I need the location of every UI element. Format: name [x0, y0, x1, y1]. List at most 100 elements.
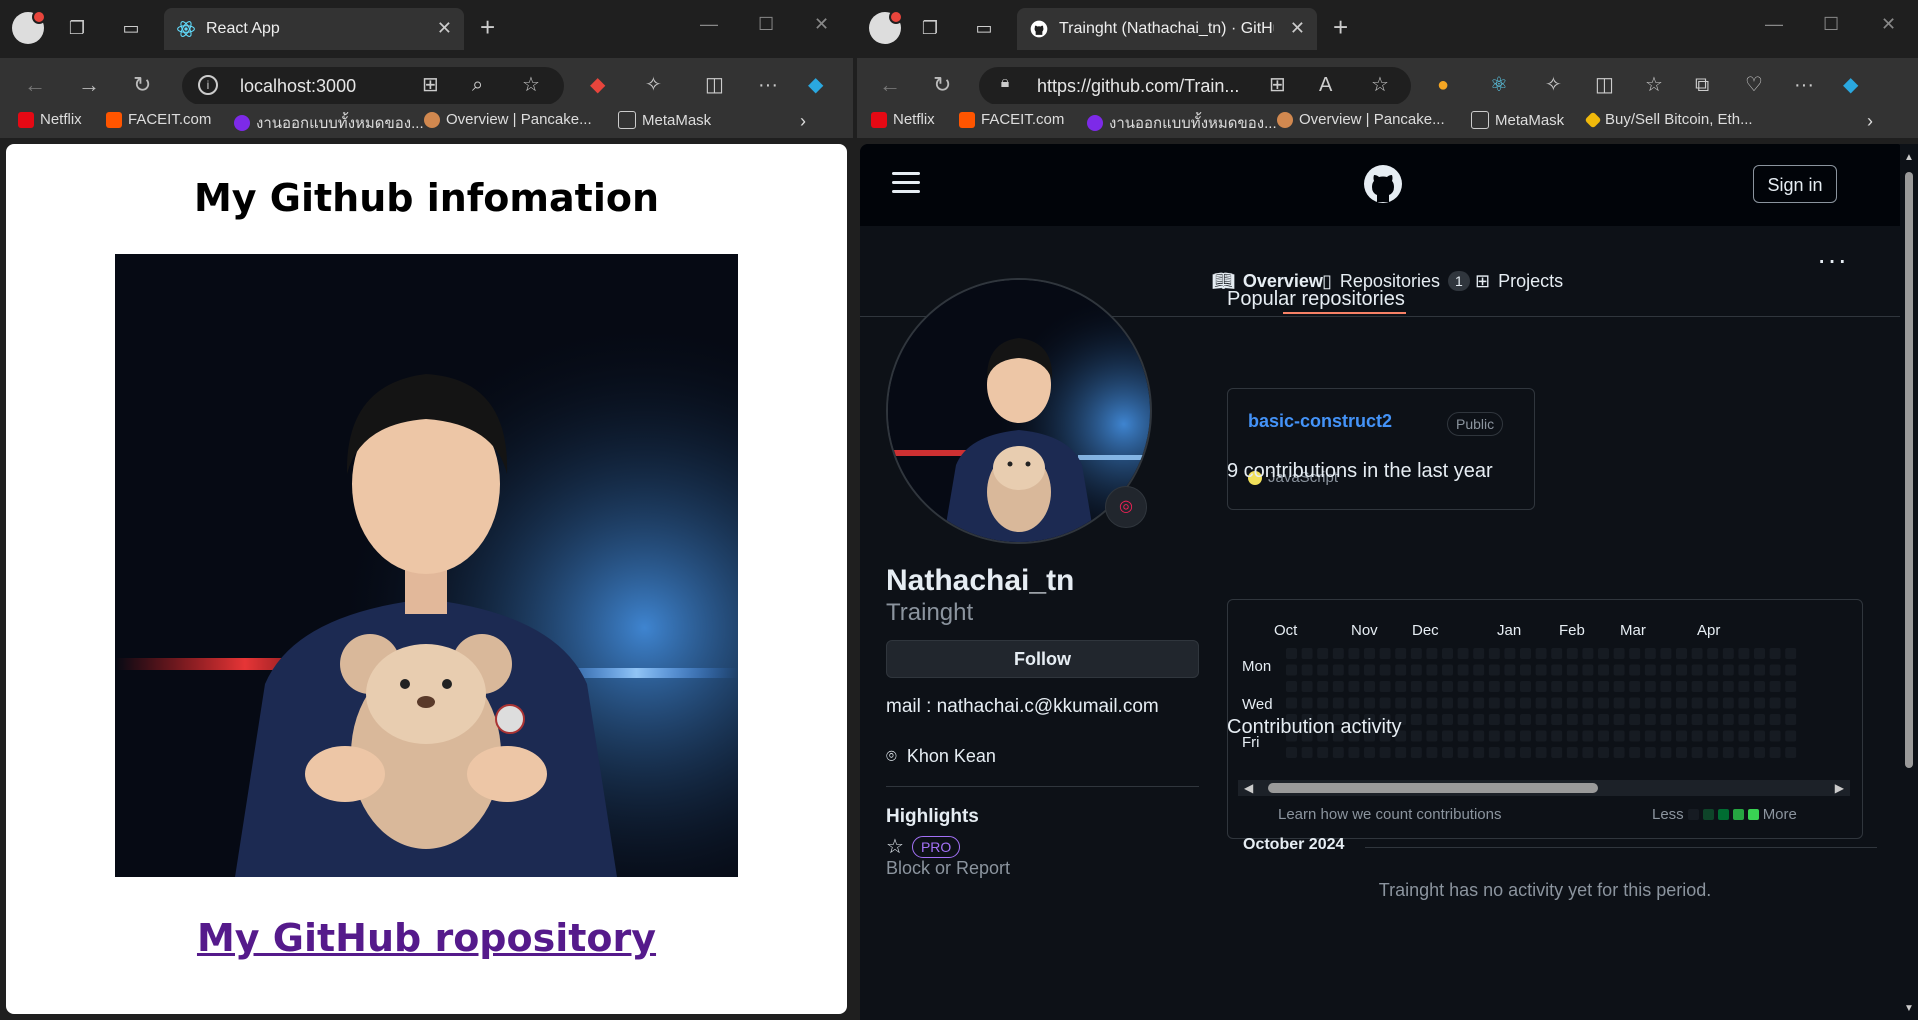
maximize-icon[interactable]: ☐: [1823, 14, 1839, 35]
contribution-cell[interactable]: [1457, 697, 1469, 709]
close-window-icon[interactable]: ✕: [1881, 14, 1896, 35]
bookmark-netflix[interactable]: Netflix: [18, 111, 82, 128]
contribution-cell[interactable]: [1473, 697, 1485, 709]
contribution-cell[interactable]: [1442, 681, 1453, 692]
contribution-cell[interactable]: [1613, 730, 1625, 742]
contribution-cell[interactable]: [1738, 664, 1750, 676]
contribution-cell[interactable]: [1442, 747, 1453, 758]
contribution-cell[interactable]: [1488, 697, 1500, 709]
contribution-cell[interactable]: [1598, 681, 1609, 692]
contribution-cell[interactable]: [1582, 648, 1594, 659]
contribution-cell[interactable]: [1488, 730, 1500, 742]
contribution-cell[interactable]: [1785, 681, 1797, 692]
contribution-cell[interactable]: [1769, 697, 1781, 709]
contribution-cell[interactable]: [1707, 714, 1719, 725]
contribution-cell[interactable]: [1364, 747, 1375, 758]
bookmark-netflix[interactable]: Netflix: [871, 111, 935, 128]
contribution-cell[interactable]: [1707, 681, 1719, 692]
contribution-cell[interactable]: [1520, 747, 1531, 758]
read-aloud-icon[interactable]: A: [1319, 74, 1332, 96]
contribution-cell[interactable]: [1676, 714, 1687, 725]
scroll-up-icon[interactable]: ▲: [1904, 152, 1914, 163]
tab-github[interactable]: Trainght (Nathachai_tn) · GitHub ✕: [1017, 8, 1317, 50]
contribution-cell[interactable]: [1769, 664, 1781, 676]
maximize-icon[interactable]: ☐: [758, 14, 774, 35]
contribution-cell[interactable]: [1598, 664, 1609, 676]
horizontal-scrollbar[interactable]: ◀ ▶: [1238, 780, 1850, 796]
forward-icon[interactable]: →: [78, 74, 100, 96]
contribution-cell[interactable]: [1488, 648, 1500, 659]
contribution-cell[interactable]: [1644, 714, 1656, 725]
contribution-cell[interactable]: [1410, 714, 1422, 725]
hamburger-menu-icon[interactable]: [892, 172, 920, 199]
scroll-thumb[interactable]: [1905, 172, 1913, 768]
contribution-cell[interactable]: [1551, 714, 1563, 725]
contribution-cell[interactable]: [1379, 664, 1391, 676]
extensions-puzzle-icon[interactable]: ✧: [645, 74, 662, 96]
tab-actions-icon[interactable]: ▭: [120, 17, 142, 39]
minimize-icon[interactable]: —: [700, 14, 718, 35]
tab-react-app[interactable]: React App ✕: [164, 8, 464, 50]
contribution-cell[interactable]: [1442, 714, 1453, 725]
contribution-cell[interactable]: [1676, 730, 1687, 742]
minimize-icon[interactable]: —: [1765, 14, 1783, 35]
contribution-cell[interactable]: [1598, 648, 1609, 659]
contribution-cell[interactable]: [1754, 730, 1765, 742]
contribution-cell[interactable]: [1722, 681, 1734, 692]
contribution-cell[interactable]: [1582, 730, 1594, 742]
contribution-cell[interactable]: [1598, 747, 1609, 758]
contribution-cell[interactable]: [1551, 681, 1563, 692]
contribution-cell[interactable]: [1535, 730, 1547, 742]
contribution-cell[interactable]: [1691, 730, 1703, 742]
contribution-cell[interactable]: [1738, 730, 1750, 742]
close-tab-icon[interactable]: ✕: [1290, 18, 1305, 39]
contribution-cell[interactable]: [1442, 730, 1453, 742]
contribution-cell[interactable]: [1504, 648, 1516, 659]
contribution-cell[interactable]: [1566, 730, 1578, 742]
contribution-cell[interactable]: [1551, 648, 1563, 659]
contribution-cell[interactable]: [1301, 648, 1313, 659]
contribution-cell[interactable]: [1676, 664, 1687, 676]
contribution-cell[interactable]: [1691, 714, 1703, 725]
contribution-cell[interactable]: [1722, 648, 1734, 659]
contribution-cell[interactable]: [1348, 664, 1360, 676]
contribution-cell[interactable]: [1629, 747, 1641, 758]
contribution-cell[interactable]: [1551, 747, 1563, 758]
contribution-cell[interactable]: [1629, 664, 1641, 676]
contribution-cell[interactable]: [1660, 747, 1672, 758]
contribution-cell[interactable]: [1707, 664, 1719, 676]
contribution-cell[interactable]: [1691, 648, 1703, 659]
contribution-cell[interactable]: [1364, 681, 1375, 692]
contribution-cell[interactable]: [1738, 648, 1750, 659]
bookmark-pancake[interactable]: Overview | Pancake...: [1277, 111, 1445, 128]
contribution-cell[interactable]: [1582, 664, 1594, 676]
contribution-cell[interactable]: [1754, 747, 1765, 758]
contribution-cell[interactable]: [1598, 697, 1609, 709]
learn-contributions-link[interactable]: Learn how we count contributions: [1278, 806, 1501, 823]
copilot-icon[interactable]: ◆: [808, 74, 823, 96]
back-icon[interactable]: ←: [879, 74, 901, 96]
new-tab-icon[interactable]: +: [1333, 14, 1348, 40]
contribution-cell[interactable]: [1395, 681, 1407, 692]
contribution-cell[interactable]: [1488, 714, 1500, 725]
contribution-cell[interactable]: [1457, 714, 1469, 725]
contribution-cell[interactable]: [1660, 681, 1672, 692]
contribution-cell[interactable]: [1410, 730, 1422, 742]
contribution-cell[interactable]: [1676, 747, 1687, 758]
contribution-cell[interactable]: [1504, 730, 1516, 742]
contribution-cell[interactable]: [1785, 747, 1797, 758]
contribution-cell[interactable]: [1629, 714, 1641, 725]
lock-icon[interactable]: 🔒︎: [995, 75, 1015, 95]
copilot-icon[interactable]: ◆: [1843, 74, 1858, 96]
contribution-cell[interactable]: [1769, 714, 1781, 725]
pro-badge[interactable]: PRO: [911, 835, 961, 858]
react-devtools-icon[interactable]: ⚛: [1490, 74, 1508, 96]
contribution-cell[interactable]: [1722, 664, 1734, 676]
contribution-cell[interactable]: [1551, 664, 1563, 676]
bookmark-binance[interactable]: Buy/Sell Bitcoin, Eth...: [1584, 111, 1753, 128]
contribution-cell[interactable]: [1722, 697, 1734, 709]
site-info-icon[interactable]: i: [198, 75, 218, 95]
contribution-cell[interactable]: [1707, 697, 1719, 709]
contribution-cell[interactable]: [1566, 648, 1578, 659]
contribution-cell[interactable]: [1566, 664, 1578, 676]
